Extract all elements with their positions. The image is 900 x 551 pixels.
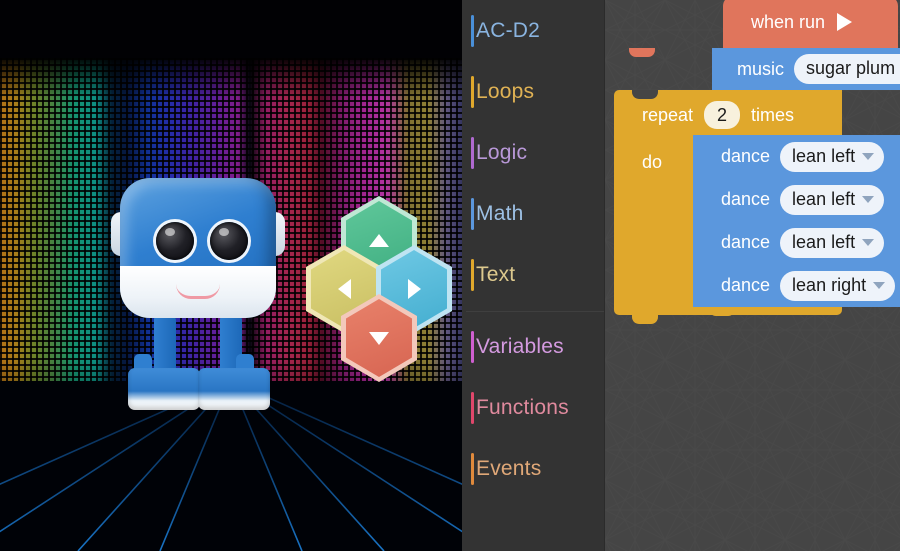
toolbox-category-loops[interactable]: Loops: [462, 61, 604, 122]
block-dance-3[interactable]: dance lean left: [693, 221, 900, 264]
dance-dropdown[interactable]: lean left: [780, 141, 885, 172]
robot-eye-right: [210, 222, 248, 260]
repeat-times-label: times: [751, 104, 795, 125]
when-run-connector: [629, 48, 655, 57]
toolbox-category-variables[interactable]: Variables: [462, 316, 604, 377]
block-workspace[interactable]: when run music sugar plum ballet: [605, 0, 900, 551]
toolbox-category-logic[interactable]: Logic: [462, 122, 604, 183]
chevron-down-icon: [862, 152, 875, 160]
app-root: AC-D2 Loops Logic Math Text Variables Fu…: [0, 0, 900, 551]
dance-label: dance: [721, 189, 771, 209]
toolbox-category-label: Functions: [476, 395, 569, 419]
chevron-down-icon: [873, 281, 886, 289]
dance-dropdown-value: lean right: [792, 274, 867, 295]
toolbox-category-ac-d2[interactable]: AC-D2: [462, 0, 604, 61]
category-color-bar: [471, 391, 474, 424]
repeat-do-label: do: [642, 152, 663, 172]
chevron-down-icon: [862, 195, 875, 203]
dance-label: dance: [721, 232, 771, 252]
toolbox-category-label: Loops: [476, 79, 535, 103]
robot-foot-left: [128, 368, 200, 410]
dance-label: dance: [721, 275, 771, 295]
dance-dropdown-value: lean left: [792, 231, 856, 252]
category-color-bar: [471, 197, 474, 230]
toolbox-category-label: Events: [476, 456, 542, 480]
toolbox-category-math[interactable]: Math: [462, 183, 604, 244]
category-color-bar: [471, 452, 474, 485]
robot-foot-right: [198, 368, 270, 410]
dance-dropdown[interactable]: lean left: [780, 227, 885, 258]
repeat-bottom-connector: [632, 315, 658, 324]
arrow-up-icon: [369, 233, 389, 247]
repeat-label: repeat: [642, 104, 694, 125]
simulator-stage: [0, 0, 462, 551]
toolbox-category-label: Variables: [476, 334, 564, 358]
block-dance-4[interactable]: dance lean right: [693, 264, 900, 307]
music-label: music: [737, 58, 785, 79]
music-dropdown-value: sugar plum ballet: [806, 58, 900, 78]
robot-avatar: [98, 178, 298, 418]
toolbox-category-label: Text: [476, 262, 516, 286]
toolbox-sidebar: AC-D2 Loops Logic Math Text Variables Fu…: [462, 0, 605, 551]
dance-dropdown[interactable]: lean right: [780, 270, 896, 301]
block-music[interactable]: music sugar plum ballet: [712, 48, 900, 90]
arrow-right-icon: [407, 279, 421, 299]
category-color-bar: [471, 330, 474, 363]
toolbox-divider: [466, 311, 604, 312]
arrow-down-icon: [369, 331, 389, 345]
arrow-left-icon: [337, 279, 351, 299]
toolbox-category-label: Logic: [476, 140, 528, 164]
dpad-control: [306, 196, 452, 386]
category-color-bar: [471, 258, 474, 291]
repeat-top-notch: [632, 90, 658, 99]
toolbox-category-text[interactable]: Text: [462, 244, 604, 305]
music-dropdown[interactable]: sugar plum ballet: [794, 54, 900, 84]
toolbox-category-events[interactable]: Events: [462, 438, 604, 499]
play-icon: [837, 13, 853, 31]
toolbox-category-label: Math: [476, 201, 524, 225]
category-color-bar: [471, 75, 474, 108]
dance-label: dance: [721, 146, 771, 166]
category-color-bar: [471, 136, 474, 169]
robot-eye-left: [156, 222, 194, 260]
block-dance-2[interactable]: dance lean left: [693, 178, 900, 221]
repeat-count-input[interactable]: 2: [704, 101, 741, 129]
category-color-bar: [471, 14, 474, 47]
dance-dropdown-value: lean left: [792, 188, 856, 209]
dance-dropdown-value: lean left: [792, 145, 856, 166]
block-when-run[interactable]: when run: [723, 0, 898, 48]
dance-connector-4: [709, 307, 735, 316]
dance-dropdown[interactable]: lean left: [780, 184, 885, 215]
when-run-label: when run: [751, 11, 826, 32]
toolbox-category-functions[interactable]: Functions: [462, 377, 604, 438]
toolbox-category-label: AC-D2: [476, 18, 541, 42]
repeat-row: repeat 2 times: [642, 101, 794, 129]
chevron-down-icon: [862, 238, 875, 246]
block-dance-1[interactable]: dance lean left: [693, 135, 900, 178]
